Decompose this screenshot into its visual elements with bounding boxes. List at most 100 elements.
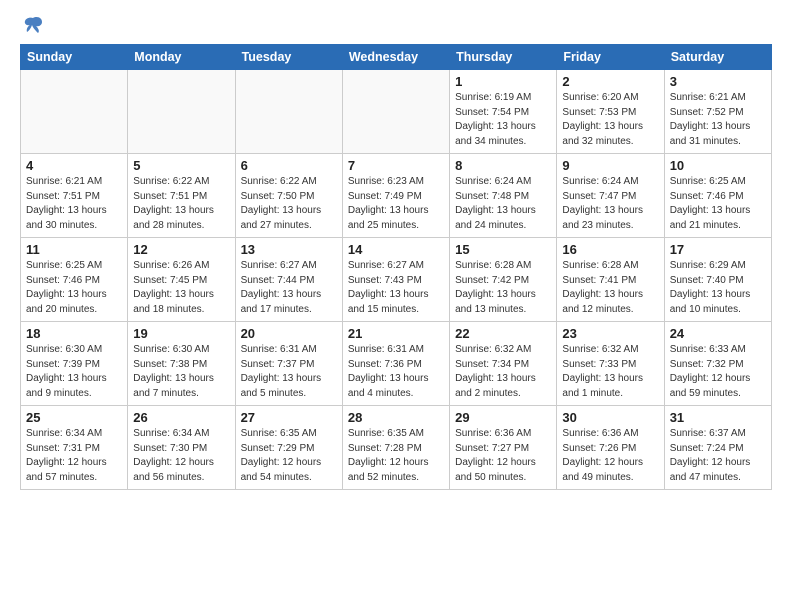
calendar-cell: 3 Sunrise: 6:21 AMSunset: 7:52 PMDaylight…	[664, 70, 771, 154]
page-header	[20, 16, 772, 36]
day-detail: Sunrise: 6:21 AMSunset: 7:51 PMDaylight:…	[26, 175, 122, 233]
calendar-week-2: 4Sunrise: 6:21 AMSunset: 7:51 PMDaylight…	[21, 154, 772, 238]
day-detail: Sunrise: 6:34 AMSunset: 7:31 PMDaylight:…	[26, 427, 122, 485]
day-detail: Sunrise: 6:25 AMSunset: 7:46 PMDaylight:…	[26, 259, 122, 317]
calendar-cell: 15 Sunrise: 6:28 AMSunset: 7:42 PMDayligh…	[450, 238, 557, 322]
day-number: 9	[562, 158, 658, 173]
calendar-cell: 17 Sunrise: 6:29 AMSunset: 7:40 PMDayligh…	[664, 238, 771, 322]
day-detail: Sunrise: 6:29 AMSunset: 7:40 PMDaylight:…	[670, 259, 766, 317]
day-detail: Sunrise: 6:25 AMSunset: 7:46 PMDaylight:…	[670, 175, 766, 233]
calendar-cell: 12 Sunrise: 6:26 AMSunset: 7:45 PMDayligh…	[128, 238, 235, 322]
day-detail: Sunrise: 6:21 AMSunset: 7:52 PMDaylight:…	[670, 91, 766, 149]
weekday-header-wednesday: Wednesday	[342, 45, 449, 70]
day-number: 20	[241, 326, 337, 341]
calendar-cell: 4Sunrise: 6:21 AMSunset: 7:51 PMDaylight…	[21, 154, 128, 238]
calendar-cell: 5 Sunrise: 6:22 AMSunset: 7:51 PMDaylight…	[128, 154, 235, 238]
calendar-cell	[342, 70, 449, 154]
day-detail: Sunrise: 6:28 AMSunset: 7:42 PMDaylight:…	[455, 259, 551, 317]
calendar-week-4: 18 Sunrise: 6:30 AMSunset: 7:39 PMDayligh…	[21, 322, 772, 406]
calendar-cell: 1 Sunrise: 6:19 AMSunset: 7:54 PMDaylight…	[450, 70, 557, 154]
day-number: 23	[562, 326, 658, 341]
day-number: 15	[455, 242, 551, 257]
calendar-cell: 31Sunrise: 6:37 AMSunset: 7:24 PMDayligh…	[664, 406, 771, 490]
day-detail: Sunrise: 6:20 AMSunset: 7:53 PMDaylight:…	[562, 91, 658, 149]
day-detail: Sunrise: 6:36 AMSunset: 7:26 PMDaylight:…	[562, 427, 658, 485]
day-detail: Sunrise: 6:33 AMSunset: 7:32 PMDaylight:…	[670, 343, 766, 401]
day-detail: Sunrise: 6:23 AMSunset: 7:49 PMDaylight:…	[348, 175, 444, 233]
day-detail: Sunrise: 6:31 AMSunset: 7:36 PMDaylight:…	[348, 343, 444, 401]
calendar-cell: 10 Sunrise: 6:25 AMSunset: 7:46 PMDayligh…	[664, 154, 771, 238]
calendar-week-1: 1 Sunrise: 6:19 AMSunset: 7:54 PMDaylight…	[21, 70, 772, 154]
day-detail: Sunrise: 6:22 AMSunset: 7:50 PMDaylight:…	[241, 175, 337, 233]
weekday-header-saturday: Saturday	[664, 45, 771, 70]
day-number: 31	[670, 410, 766, 425]
calendar-cell: 24 Sunrise: 6:33 AMSunset: 7:32 PMDayligh…	[664, 322, 771, 406]
day-number: 18	[26, 326, 122, 341]
day-number: 29	[455, 410, 551, 425]
logo	[20, 16, 44, 36]
day-number: 16	[562, 242, 658, 257]
day-number: 25	[26, 410, 122, 425]
day-detail: Sunrise: 6:34 AMSunset: 7:30 PMDaylight:…	[133, 427, 229, 485]
day-number: 10	[670, 158, 766, 173]
day-detail: Sunrise: 6:35 AMSunset: 7:29 PMDaylight:…	[241, 427, 337, 485]
day-number: 1	[455, 74, 551, 89]
day-number: 12	[133, 242, 229, 257]
day-number: 26	[133, 410, 229, 425]
day-number: 24	[670, 326, 766, 341]
day-detail: Sunrise: 6:30 AMSunset: 7:38 PMDaylight:…	[133, 343, 229, 401]
day-number: 8	[455, 158, 551, 173]
day-detail: Sunrise: 6:27 AMSunset: 7:43 PMDaylight:…	[348, 259, 444, 317]
day-number: 14	[348, 242, 444, 257]
calendar-cell: 29 Sunrise: 6:36 AMSunset: 7:27 PMDayligh…	[450, 406, 557, 490]
day-number: 22	[455, 326, 551, 341]
calendar-cell	[21, 70, 128, 154]
calendar-cell: 8 Sunrise: 6:24 AMSunset: 7:48 PMDaylight…	[450, 154, 557, 238]
calendar-cell: 28 Sunrise: 6:35 AMSunset: 7:28 PMDayligh…	[342, 406, 449, 490]
weekday-header-monday: Monday	[128, 45, 235, 70]
calendar-cell: 27 Sunrise: 6:35 AMSunset: 7:29 PMDayligh…	[235, 406, 342, 490]
calendar-cell: 30Sunrise: 6:36 AMSunset: 7:26 PMDayligh…	[557, 406, 664, 490]
day-number: 2	[562, 74, 658, 89]
day-number: 27	[241, 410, 337, 425]
day-detail: Sunrise: 6:30 AMSunset: 7:39 PMDaylight:…	[26, 343, 122, 401]
weekday-header-row: SundayMondayTuesdayWednesdayThursdayFrid…	[21, 45, 772, 70]
day-number: 11	[26, 242, 122, 257]
weekday-header-friday: Friday	[557, 45, 664, 70]
day-detail: Sunrise: 6:24 AMSunset: 7:47 PMDaylight:…	[562, 175, 658, 233]
day-detail: Sunrise: 6:26 AMSunset: 7:45 PMDaylight:…	[133, 259, 229, 317]
calendar-cell: 9 Sunrise: 6:24 AMSunset: 7:47 PMDaylight…	[557, 154, 664, 238]
weekday-header-tuesday: Tuesday	[235, 45, 342, 70]
calendar-cell: 25 Sunrise: 6:34 AMSunset: 7:31 PMDayligh…	[21, 406, 128, 490]
calendar-cell: 7 Sunrise: 6:23 AMSunset: 7:49 PMDaylight…	[342, 154, 449, 238]
calendar-cell: 6 Sunrise: 6:22 AMSunset: 7:50 PMDaylight…	[235, 154, 342, 238]
logo-bird-icon	[22, 14, 44, 36]
day-number: 7	[348, 158, 444, 173]
day-detail: Sunrise: 6:19 AMSunset: 7:54 PMDaylight:…	[455, 91, 551, 149]
day-detail: Sunrise: 6:35 AMSunset: 7:28 PMDaylight:…	[348, 427, 444, 485]
calendar-cell: 14 Sunrise: 6:27 AMSunset: 7:43 PMDayligh…	[342, 238, 449, 322]
calendar-week-5: 25 Sunrise: 6:34 AMSunset: 7:31 PMDayligh…	[21, 406, 772, 490]
weekday-header-thursday: Thursday	[450, 45, 557, 70]
day-number: 3	[670, 74, 766, 89]
day-number: 5	[133, 158, 229, 173]
calendar-cell: 19 Sunrise: 6:30 AMSunset: 7:38 PMDayligh…	[128, 322, 235, 406]
day-number: 19	[133, 326, 229, 341]
day-detail: Sunrise: 6:32 AMSunset: 7:34 PMDaylight:…	[455, 343, 551, 401]
day-number: 6	[241, 158, 337, 173]
day-number: 13	[241, 242, 337, 257]
calendar-cell: 21Sunrise: 6:31 AMSunset: 7:36 PMDayligh…	[342, 322, 449, 406]
day-detail: Sunrise: 6:28 AMSunset: 7:41 PMDaylight:…	[562, 259, 658, 317]
calendar-cell: 20Sunrise: 6:31 AMSunset: 7:37 PMDayligh…	[235, 322, 342, 406]
day-number: 28	[348, 410, 444, 425]
day-detail: Sunrise: 6:22 AMSunset: 7:51 PMDaylight:…	[133, 175, 229, 233]
calendar-cell: 22 Sunrise: 6:32 AMSunset: 7:34 PMDayligh…	[450, 322, 557, 406]
calendar-cell: 18 Sunrise: 6:30 AMSunset: 7:39 PMDayligh…	[21, 322, 128, 406]
day-detail: Sunrise: 6:36 AMSunset: 7:27 PMDaylight:…	[455, 427, 551, 485]
calendar-cell: 13Sunrise: 6:27 AMSunset: 7:44 PMDayligh…	[235, 238, 342, 322]
calendar-cell	[235, 70, 342, 154]
day-detail: Sunrise: 6:24 AMSunset: 7:48 PMDaylight:…	[455, 175, 551, 233]
calendar-week-3: 11 Sunrise: 6:25 AMSunset: 7:46 PMDayligh…	[21, 238, 772, 322]
calendar-cell: 2 Sunrise: 6:20 AMSunset: 7:53 PMDaylight…	[557, 70, 664, 154]
day-number: 17	[670, 242, 766, 257]
